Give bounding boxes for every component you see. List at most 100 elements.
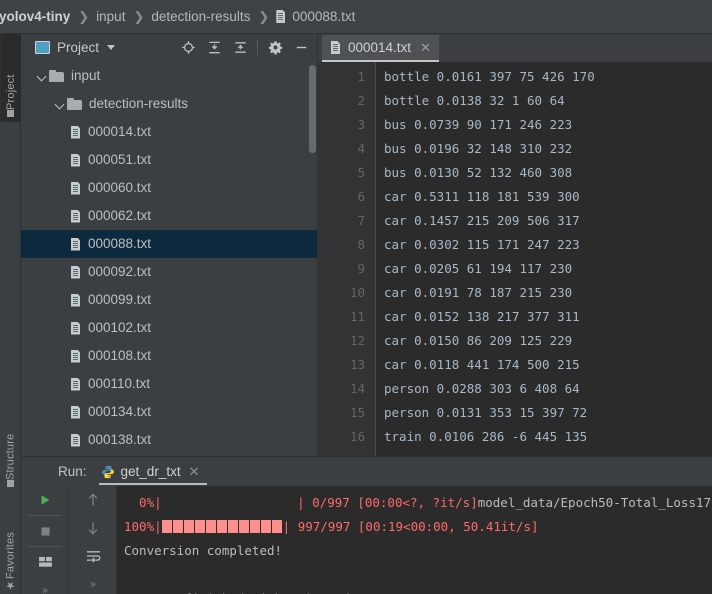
breadcrumb-item-input[interactable]: input <box>95 9 126 24</box>
tree-item-label: 000102.txt <box>88 320 152 335</box>
tree-item-000092-txt[interactable]: 000092.txt <box>21 258 318 286</box>
progress-bar-segment <box>205 520 217 533</box>
arrow-up-icon[interactable] <box>69 486 117 514</box>
project-tree[interactable]: input detection-results 000014.txt 000051.t… <box>21 62 318 456</box>
line-number: 6 <box>357 189 365 204</box>
stop-button[interactable] <box>21 517 69 545</box>
code-line: bus 0.0196 32 148 310 232 <box>384 141 573 156</box>
console-line-progress-start: 0%| | 0/997 [00:00<?, ?it/s]model_data/E… <box>124 491 712 515</box>
locate-icon[interactable] <box>175 35 201 61</box>
sidebar-tab-structure[interactable]: Structure <box>0 404 21 492</box>
editor-code-area[interactable]: bottle 0.0161 397 75 426 170 bottle 0.013… <box>376 62 712 456</box>
file-icon <box>331 41 342 54</box>
line-number: 13 <box>349 357 365 372</box>
tree-item-input[interactable]: input <box>21 62 318 90</box>
more-button-right[interactable]: » <box>69 570 117 594</box>
chevron-down-icon[interactable] <box>53 97 67 111</box>
expand-all-icon[interactable] <box>201 35 227 61</box>
tree-item-label: 000108.txt <box>88 348 152 363</box>
code-editor[interactable]: 1234567891011121314151617 bottle 0.0161 … <box>318 62 712 456</box>
file-icon <box>71 154 82 167</box>
progress-bar-segment <box>260 520 272 533</box>
tree-item-000102-txt[interactable]: 000102.txt <box>21 314 318 342</box>
code-line: bottle 0.0138 32 1 60 64 <box>384 93 565 108</box>
tree-item-000138-txt[interactable]: 000138.txt <box>21 426 318 454</box>
code-line: train 0.0106 286 -6 445 135 <box>384 429 588 444</box>
tree-item-label: 000062.txt <box>88 208 152 223</box>
layout-icon[interactable] <box>21 548 69 576</box>
tree-item-000099-txt[interactable]: 000099.txt <box>21 286 318 314</box>
tree-item-000088-txt[interactable]: 000088.txt <box>21 230 318 258</box>
breadcrumb-item-file-label: 000088.txt <box>292 9 356 24</box>
tree-item-label: 000110.txt <box>88 376 151 391</box>
code-line: person 0.0131 353 15 397 72 <box>384 405 588 420</box>
line-number: 12 <box>349 333 365 348</box>
code-line: car 0.1457 215 209 506 317 <box>384 213 580 228</box>
rerun-button[interactable] <box>21 486 69 514</box>
close-icon[interactable]: ✕ <box>420 41 431 54</box>
tree-item-000014-txt[interactable]: 000014.txt <box>21 118 318 146</box>
file-icon <box>71 182 82 195</box>
gear-icon[interactable] <box>262 35 288 61</box>
minimize-icon[interactable] <box>288 35 314 61</box>
tree-item-detection-results[interactable]: detection-results <box>21 90 318 118</box>
toolbar-divider <box>27 546 62 547</box>
breadcrumb-item-detection-results[interactable]: detection-results <box>150 9 251 24</box>
progress-bar-segment <box>194 520 206 533</box>
sidebar-tab-favorites-label: Favorites <box>4 531 17 579</box>
run-panel-toolbar-left: » <box>21 486 69 594</box>
tree-item-000108-txt[interactable]: 000108.txt <box>21 342 318 370</box>
page-title: Project <box>57 40 100 55</box>
code-line: car 0.0191 78 187 215 230 <box>384 285 573 300</box>
arrow-down-icon[interactable] <box>69 514 117 542</box>
code-line: bus 0.0739 90 171 246 223 <box>384 117 573 132</box>
project-strip-icon <box>7 110 15 117</box>
tree-item-label: 000051.txt <box>88 152 152 167</box>
sidebar-tab-project[interactable]: Project <box>0 34 21 122</box>
code-line: car 0.5311 118 181 539 300 <box>384 189 580 204</box>
close-icon[interactable]: ✕ <box>189 464 200 480</box>
file-icon <box>71 322 82 335</box>
line-number: 3 <box>357 117 365 132</box>
run-tab-get-dr-txt[interactable]: get_dr_txt ✕ <box>98 458 208 485</box>
progress-bar-segment <box>238 520 250 533</box>
line-number: 5 <box>357 165 365 180</box>
progress-bar <box>161 519 283 534</box>
breadcrumb-item-file[interactable]: 000088.txt <box>275 9 356 24</box>
tree-item-000110-txt[interactable]: 000110.txt <box>21 370 318 398</box>
console-pct-100: 100%| <box>124 519 162 534</box>
editor-tab-000014[interactable]: 000014.txt ✕ <box>322 35 439 62</box>
editor-tab-label: 000014.txt <box>348 40 412 55</box>
chevron-down-icon[interactable] <box>107 45 116 50</box>
sidebar-tab-favorites[interactable]: ★ Favorites <box>0 504 21 594</box>
file-icon <box>276 10 287 23</box>
collapse-all-icon[interactable] <box>227 35 253 61</box>
tree-item-label: 000092.txt <box>88 264 152 279</box>
line-number: 14 <box>349 381 365 396</box>
line-number: 16 <box>349 429 365 444</box>
tree-item-000060-txt[interactable]: 000060.txt <box>21 174 318 202</box>
progress-bar-segment <box>216 520 228 533</box>
breadcrumb-item-project[interactable]: yolov4-tiny <box>0 9 71 24</box>
run-console[interactable]: 0%| | 0/997 [00:00<?, ?it/s]model_data/E… <box>117 486 712 594</box>
tree-item-000134-txt[interactable]: 000134.txt <box>21 398 318 426</box>
left-tool-strip: Project Structure ★ Favorites <box>0 34 21 594</box>
file-icon <box>71 406 82 419</box>
console-line1-tail: model_data/Epoch50-Total_Loss17.1436-Val <box>477 495 712 510</box>
tree-item-000051-txt[interactable]: 000051.txt <box>21 146 318 174</box>
progress-bar-segment <box>249 520 261 533</box>
file-icon <box>71 266 82 279</box>
chevron-down-icon[interactable] <box>35 69 49 83</box>
tree-item-000062-txt[interactable]: 000062.txt <box>21 202 318 230</box>
more-button-left[interactable]: » <box>21 576 69 594</box>
toolbar-divider <box>257 40 258 55</box>
breadcrumb-separator-icon: ❯ <box>258 8 270 24</box>
wrap-icon[interactable] <box>69 542 117 570</box>
project-panel-title-group[interactable]: Project <box>21 40 116 55</box>
